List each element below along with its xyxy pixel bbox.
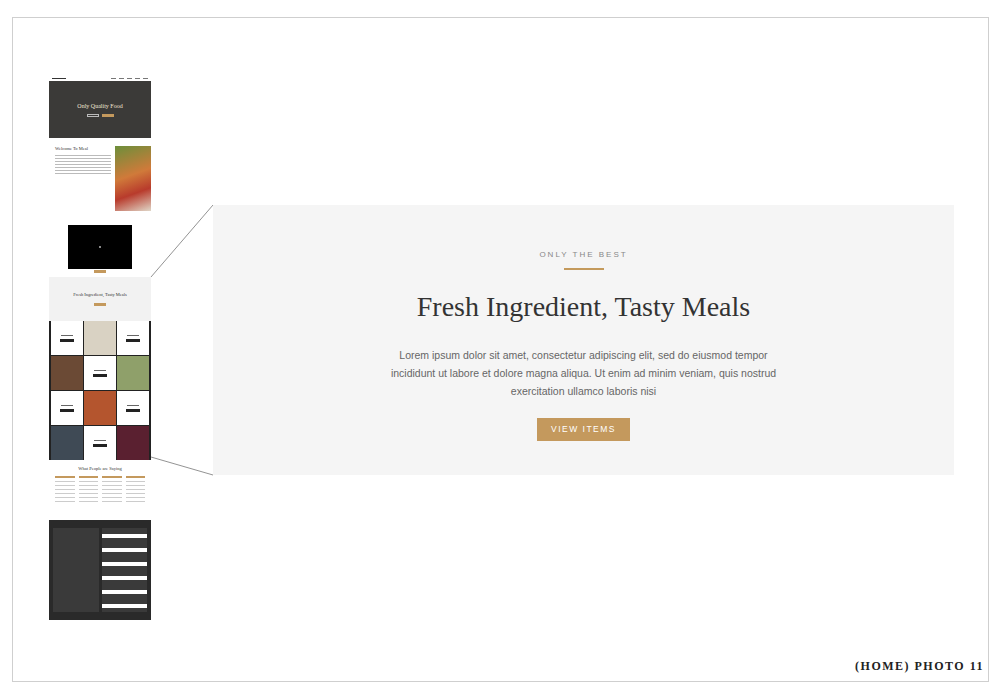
thumb-welcome-title: Welcome To Meal <box>55 146 111 152</box>
thumb-video <box>68 225 132 269</box>
thumb-food-photo <box>84 391 116 425</box>
thumb-menu-card <box>84 356 116 390</box>
gold-rule <box>564 268 604 270</box>
thumb-menu-card <box>117 321 149 355</box>
thumb-menu-card <box>84 426 116 460</box>
thumb-footer <box>49 520 151 620</box>
eyebrow: ONLY THE BEST <box>233 249 934 261</box>
thumb-photo <box>115 146 151 211</box>
thumb-menu-card <box>51 321 83 355</box>
thumb-food-photo <box>84 321 116 355</box>
slide-frame: Only Quality Food Welcome To Meal Fresh … <box>12 17 989 682</box>
thumb-menu-card <box>117 391 149 425</box>
thumb-menu-card <box>51 391 83 425</box>
thumb-welcome: Welcome To Meal <box>49 138 151 213</box>
thumb-food-photo <box>117 356 149 390</box>
thumb-hero: Only Quality Food <box>49 81 151 138</box>
slide-caption: (HOME) PHOTO 11 <box>855 657 984 675</box>
thumb-hero-title: Only Quality Food <box>77 103 122 110</box>
section-title: Fresh Ingredient, Tasty Meals <box>233 290 934 324</box>
thumb-grid <box>49 321 151 460</box>
thumb-food-photo <box>117 426 149 460</box>
thumb-food-photo <box>51 356 83 390</box>
featured-section: ONLY THE BEST Fresh Ingredient, Tasty Me… <box>213 205 954 475</box>
page-thumbnail: Only Quality Food Welcome To Meal Fresh … <box>49 76 151 620</box>
thumb-video-section <box>49 213 151 277</box>
thumb-feature-title: Fresh Ingredient, Tasty Meals <box>73 292 127 298</box>
thumb-food-photo <box>51 426 83 460</box>
section-body: Lorem ipsum dolor sit amet, consectetur … <box>379 346 789 400</box>
thumb-testimonials-title: What People are Saying <box>55 466 145 472</box>
thumb-testimonials: What People are Saying <box>49 460 151 520</box>
view-items-button[interactable]: VIEW ITEMS <box>537 418 630 441</box>
thumb-feature: Fresh Ingredient, Tasty Meals <box>49 277 151 321</box>
